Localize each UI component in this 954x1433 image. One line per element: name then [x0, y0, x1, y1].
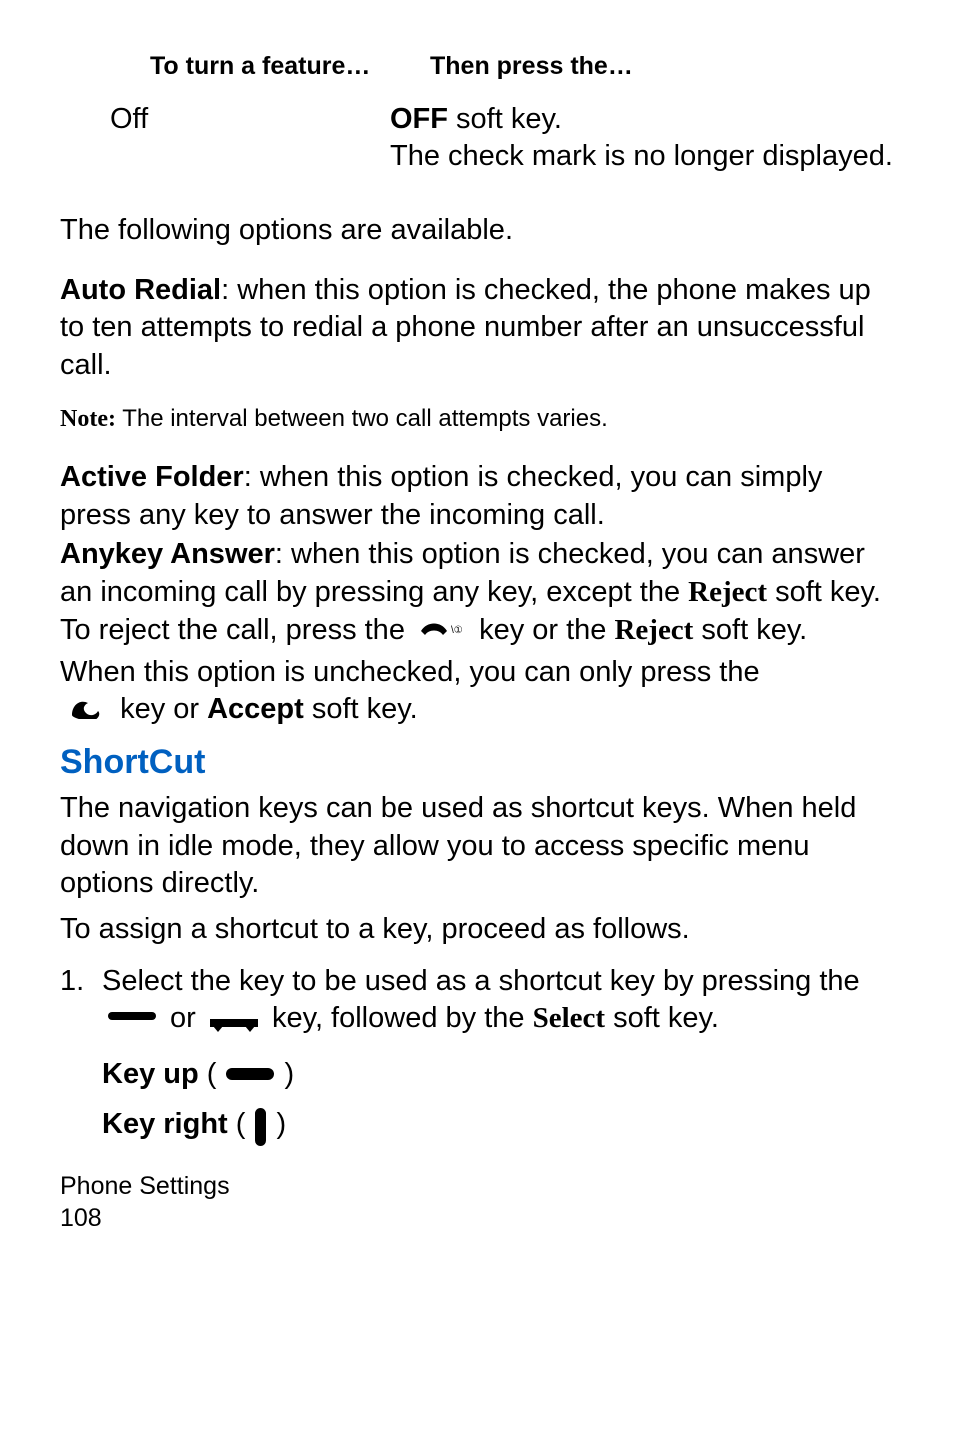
shortcut-para: The navigation keys can be used as short…	[60, 790, 894, 903]
key-up-paren-close: )	[276, 1058, 294, 1090]
off-softkey-suffix: soft key.	[448, 103, 562, 135]
hangup-icon: \①	[417, 612, 467, 650]
nav-down-icon	[210, 1019, 258, 1027]
nav-up-icon	[108, 1012, 156, 1020]
unchecked-para: When this option is unchecked, you can o…	[60, 654, 894, 730]
key-right-paren-close: )	[268, 1108, 286, 1140]
note-label: Note:	[60, 406, 116, 432]
unchecked-t1: When this option is unchecked, you can o…	[60, 656, 760, 688]
anykey-t3: key or the	[479, 614, 614, 646]
key-right-line: Key right ( )	[102, 1106, 894, 1144]
reject-softkey1: Reject	[688, 576, 767, 608]
page-number: 108	[60, 1202, 894, 1235]
table-header-col2: Then press the…	[390, 50, 894, 83]
step1-t2: key, followed by the	[264, 1002, 533, 1034]
assign-intro: To assign a shortcut to a key, proceed a…	[60, 911, 894, 949]
key-up-line: Key up ( )	[102, 1056, 894, 1094]
key-up-paren-open: (	[199, 1058, 225, 1090]
key-up-icon	[226, 1068, 274, 1080]
active-folder-label: Active Folder	[60, 461, 244, 493]
shortcut-heading: ShortCut	[60, 740, 894, 784]
key-right-paren-open: (	[228, 1108, 254, 1140]
table-row: Off OFF soft key. The check mark is no l…	[60, 101, 894, 176]
note-text: The interval between two call attempts v…	[116, 405, 608, 432]
step1-or: or	[162, 1002, 204, 1034]
active-folder-para: Active Folder: when this option is check…	[60, 459, 894, 534]
key-right-label: Key right	[102, 1108, 228, 1140]
footer-section: Phone Settings	[60, 1170, 894, 1203]
table-row-feature: Off	[60, 101, 390, 176]
step-1: 1. Select the key to be used as a shortc…	[60, 963, 894, 1038]
anykey-answer-para: Anykey Answer: when this option is check…	[60, 536, 894, 650]
table-header: To turn a feature… Then press the…	[60, 50, 894, 83]
unchecked-t2: key or	[120, 693, 207, 725]
off-description: The check mark is no longer displayed.	[390, 140, 893, 172]
table-row-action: OFF soft key. The check mark is no longe…	[390, 101, 894, 176]
step-1-number: 1.	[60, 963, 102, 1038]
step1-t3: soft key.	[605, 1002, 719, 1034]
accept-softkey-label: Accept	[207, 693, 304, 725]
call-icon	[60, 692, 112, 730]
select-softkey-label: Select	[533, 1002, 605, 1034]
footer: Phone Settings 108	[60, 1170, 894, 1235]
auto-redial-label: Auto Redial	[60, 274, 221, 306]
svg-text:\①: \①	[451, 625, 463, 636]
anykey-t4: soft key.	[693, 614, 807, 646]
step-1-body: Select the key to be used as a shortcut …	[102, 963, 894, 1038]
auto-redial-para: Auto Redial: when this option is checked…	[60, 272, 894, 385]
note: Note: The interval between two call atte…	[60, 403, 894, 435]
key-up-label: Key up	[102, 1058, 199, 1090]
key-right-icon	[255, 1108, 266, 1146]
off-softkey-label: OFF	[390, 103, 448, 135]
anykey-label: Anykey Answer	[60, 538, 275, 570]
unchecked-t3: soft key.	[304, 693, 418, 725]
step1-t1: Select the key to be used as a shortcut …	[102, 965, 860, 997]
reject-softkey2: Reject	[614, 614, 693, 646]
options-intro: The following options are available.	[60, 212, 894, 250]
table-header-col1: To turn a feature…	[60, 50, 390, 83]
